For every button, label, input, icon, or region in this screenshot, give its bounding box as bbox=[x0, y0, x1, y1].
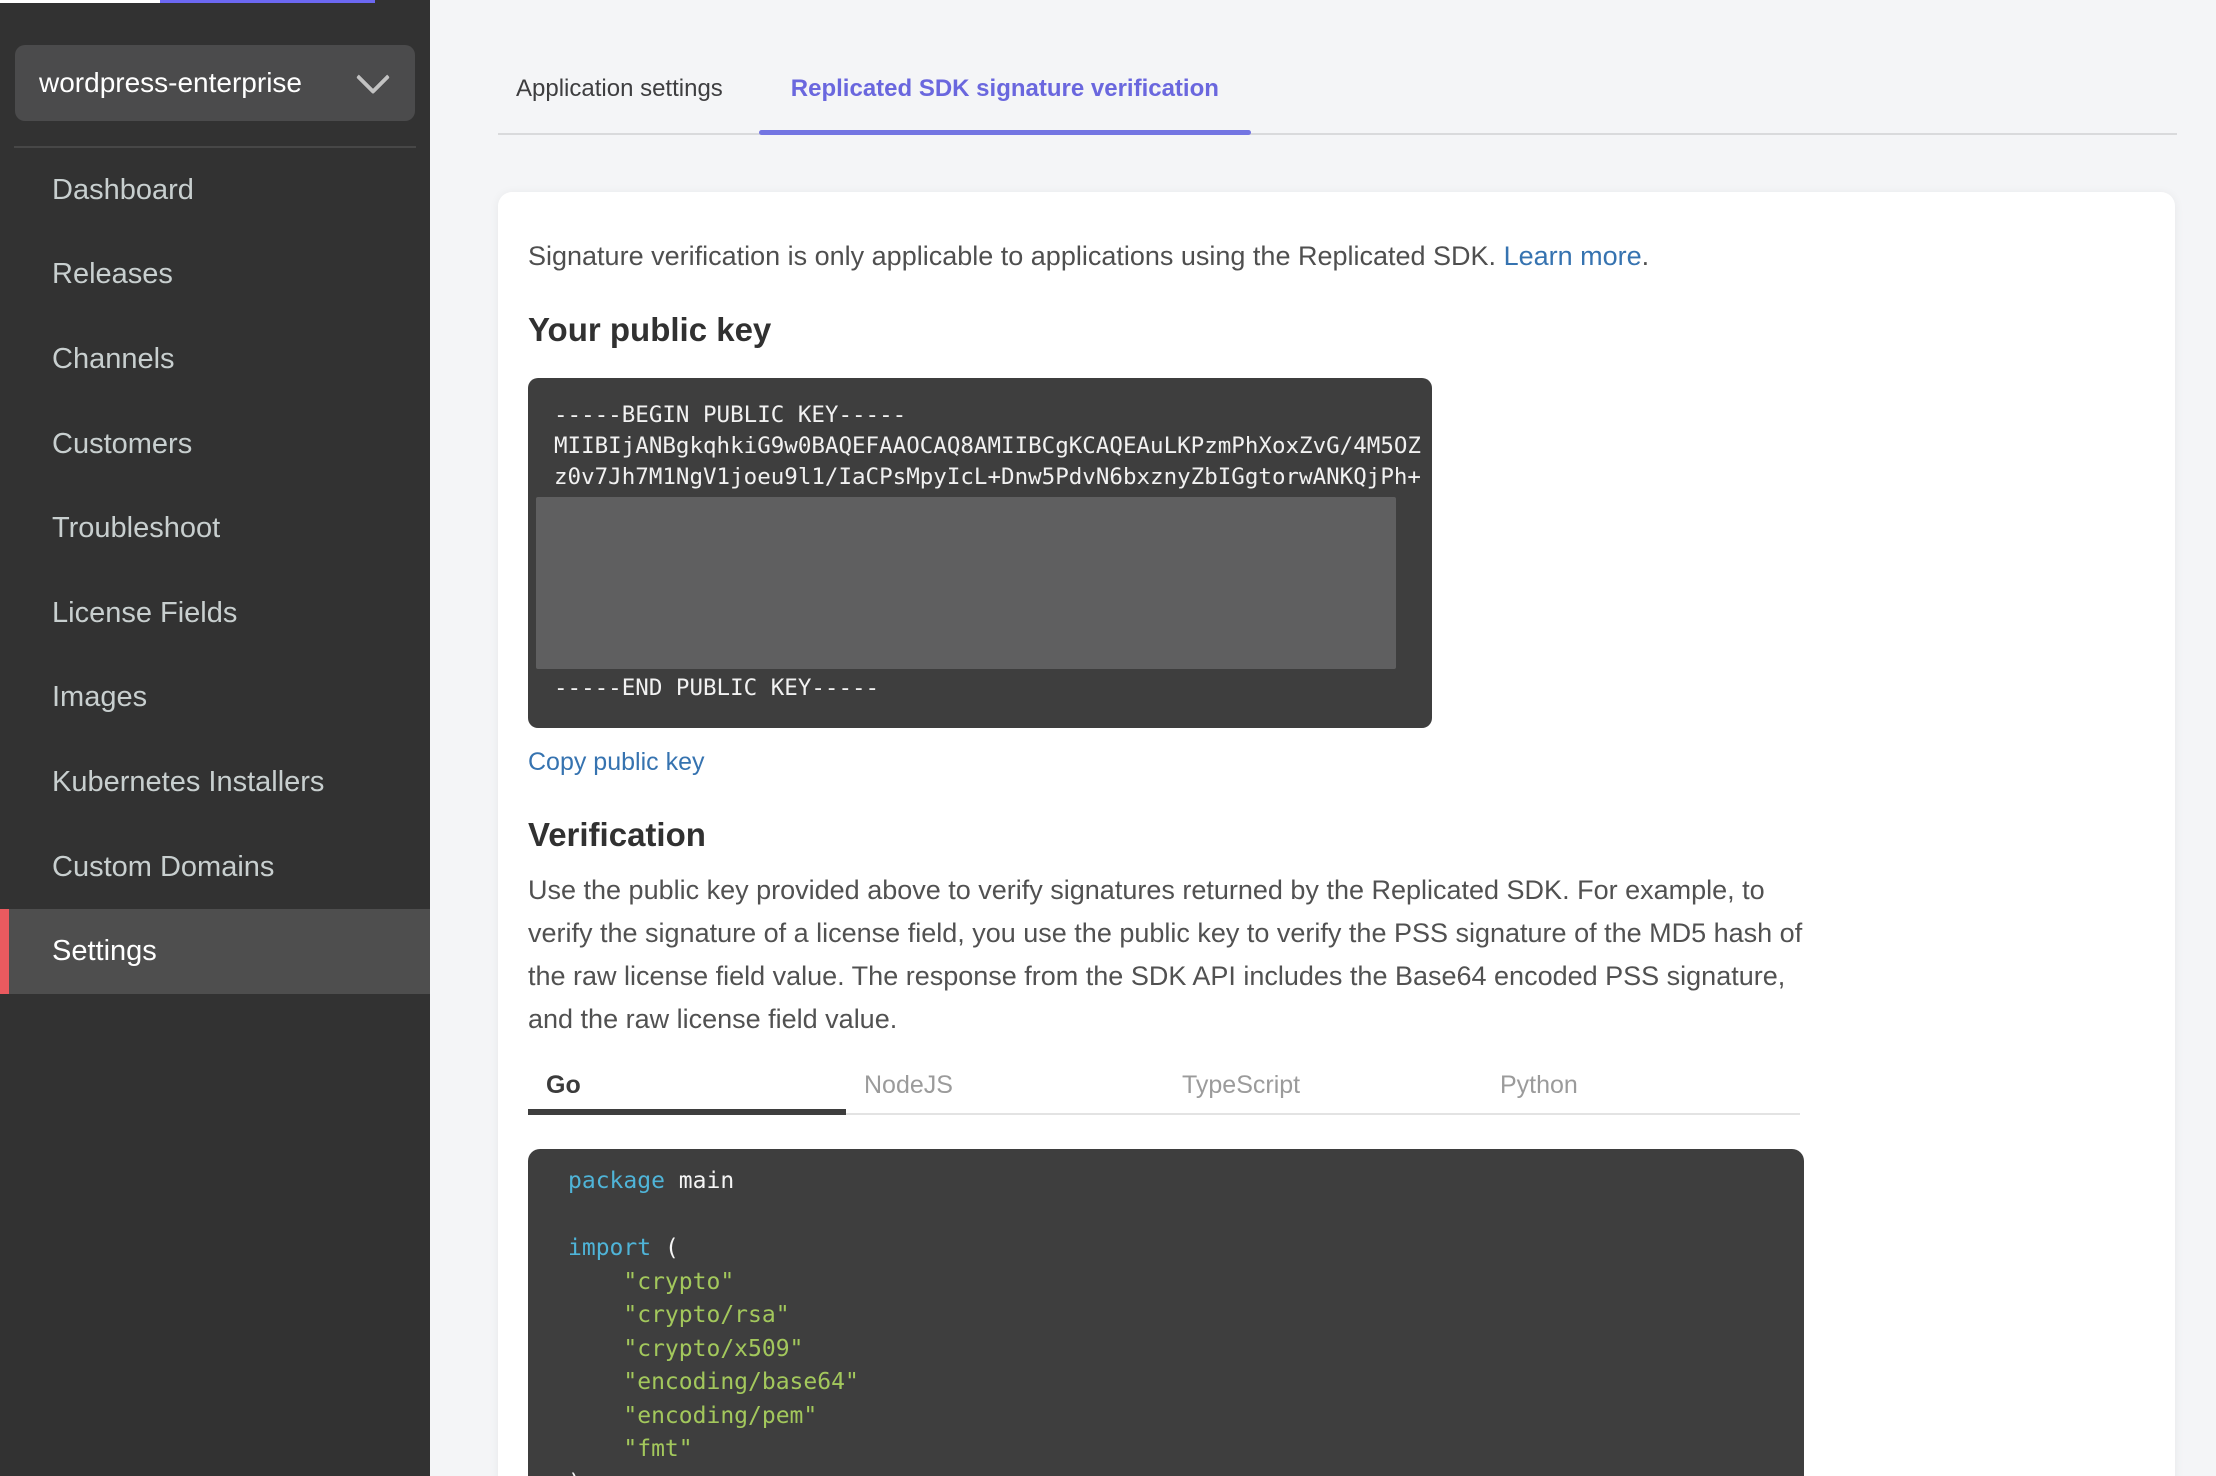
code-line: "fmt" bbox=[568, 1433, 1764, 1467]
language-tab-label: NodeJS bbox=[864, 1070, 953, 1099]
sdk-verification-card: Signature verification is only applicabl… bbox=[498, 192, 2175, 1476]
sidebar-item-label: Customers bbox=[52, 427, 193, 460]
intro-text: Signature verification is only applicabl… bbox=[528, 240, 2175, 272]
code-line: "crypto/x509" bbox=[568, 1333, 1764, 1367]
sidebar-item-label: License Fields bbox=[52, 596, 238, 629]
copy-public-key-link[interactable]: Copy public key bbox=[528, 748, 704, 777]
app-selector-value: wordpress-enterprise bbox=[39, 67, 302, 98]
public-key-code-block[interactable]: -----BEGIN PUBLIC KEY----- MIIBIjANBgkqhk… bbox=[528, 378, 1432, 728]
language-tab-label: Python bbox=[1500, 1070, 1578, 1099]
public-key-end-line: -----END PUBLIC KEY----- bbox=[554, 675, 880, 701]
sidebar-item-settings[interactable]: Settings bbox=[0, 909, 430, 994]
chevron-down-icon bbox=[356, 60, 390, 95]
public-key-heading: Your public key bbox=[528, 311, 772, 348]
top-strip-white-segment bbox=[0, 0, 160, 3]
code-token: main bbox=[664, 1168, 735, 1194]
sidebar-item-channels[interactable]: Channels bbox=[0, 317, 430, 402]
sidebar-item-label: Dashboard bbox=[52, 173, 194, 206]
key-selection-highlight bbox=[536, 497, 1396, 669]
verification-description: Use the public key provided above to ver… bbox=[528, 875, 1803, 1034]
code-line: "crypto" bbox=[568, 1266, 1764, 1300]
language-tab-label: TypeScript bbox=[1182, 1070, 1301, 1099]
public-key-lines: -----BEGIN PUBLIC KEY----- MIIBIjANBgkqhk… bbox=[554, 400, 1421, 493]
active-tab-underline bbox=[758, 130, 1251, 135]
active-item-accent bbox=[0, 909, 9, 994]
code-token: import bbox=[568, 1235, 652, 1261]
tab-label: Replicated SDK signature verification bbox=[790, 74, 1219, 102]
code-token: ) bbox=[568, 1470, 582, 1476]
code-token: ( bbox=[651, 1235, 679, 1261]
sidebar-item-label: Troubleshoot bbox=[52, 512, 221, 545]
top-strip-purple-segment bbox=[160, 0, 375, 3]
tab-replicated-sdk-signature-verification[interactable]: Replicated SDK signature verification bbox=[758, 0, 1251, 135]
sidebar-item-label: Kubernetes Installers bbox=[52, 765, 325, 798]
sidebar-nav: Dashboard Releases Channels Customers Troubl… bbox=[0, 148, 430, 994]
sidebar-item-custom-domains[interactable]: Custom Domains bbox=[0, 825, 430, 910]
code-token: "crypto/rsa" bbox=[568, 1302, 790, 1328]
public-key-line: -----BEGIN PUBLIC KEY----- bbox=[554, 402, 907, 428]
code-token: "crypto/x509" bbox=[568, 1335, 804, 1362]
code-line: "crypto/rsa" bbox=[568, 1299, 1764, 1333]
language-tab-bar: Go NodeJS TypeScript Python bbox=[528, 1057, 1800, 1115]
language-tab-go[interactable]: Go bbox=[528, 1057, 846, 1115]
tab-application-settings[interactable]: Application settings bbox=[498, 0, 743, 133]
language-tab-label: Go bbox=[546, 1070, 581, 1099]
code-token: "encoding/base64" bbox=[568, 1369, 859, 1395]
code-token: "fmt" bbox=[568, 1436, 693, 1462]
code-line: "encoding/pem" bbox=[568, 1400, 1764, 1434]
public-key-line: z0v7Jh7M1NgV1joeu9l1/IaCPsMpyIcL+Dnw5Pdv… bbox=[554, 464, 1421, 490]
sidebar-item-license-fields[interactable]: License Fields bbox=[0, 571, 430, 656]
sidebar-item-label: Channels bbox=[52, 342, 175, 375]
sidebar-item-label: Images bbox=[52, 681, 148, 714]
sidebar-item-troubleshoot[interactable]: Troubleshoot bbox=[0, 486, 430, 571]
language-tab-nodejs[interactable]: NodeJS bbox=[846, 1057, 1164, 1113]
intro-sentence: Signature verification is only applicabl… bbox=[528, 241, 1504, 271]
code-token: "encoding/pem" bbox=[568, 1402, 818, 1429]
sidebar-item-customers[interactable]: Customers bbox=[0, 402, 430, 487]
verification-heading: Verification bbox=[528, 816, 706, 853]
tab-label: Application settings bbox=[516, 74, 723, 102]
active-language-underline bbox=[528, 1109, 846, 1115]
app-screen: wordpress-enterprise Dashboard Releases Ch… bbox=[0, 0, 2216, 1476]
sidebar: wordpress-enterprise Dashboard Releases Ch… bbox=[0, 0, 430, 1476]
code-line: ) bbox=[568, 1467, 1764, 1476]
code-token: "crypto" bbox=[568, 1268, 735, 1295]
go-code-block[interactable]: package main import ( "crypto" "crypto/rs… bbox=[528, 1149, 1804, 1476]
go-code-lines: package main import ( "crypto" "crypto/rs… bbox=[568, 1165, 1764, 1476]
sidebar-item-label: Settings bbox=[52, 935, 157, 968]
intro-suffix: . bbox=[1641, 241, 1650, 271]
language-tab-python[interactable]: Python bbox=[1482, 1057, 1800, 1113]
sidebar-item-dashboard[interactable]: Dashboard bbox=[0, 148, 430, 233]
learn-more-link[interactable]: Learn more bbox=[1504, 241, 1642, 271]
top-accent-strip bbox=[0, 0, 2216, 3]
sidebar-item-kubernetes-installers[interactable]: Kubernetes Installers bbox=[0, 740, 430, 825]
sidebar-item-images[interactable]: Images bbox=[0, 656, 430, 741]
app-selector-dropdown[interactable]: wordpress-enterprise bbox=[15, 45, 415, 121]
code-line: import ( bbox=[568, 1232, 1764, 1266]
public-key-line: MIIBIjANBgkqhkiG9w0BAQEFAAOCAQ8AMIIBCgKC… bbox=[554, 433, 1421, 459]
settings-tab-bar: Application settings Replicated SDK signa… bbox=[498, 0, 2177, 135]
sidebar-item-label: Releases bbox=[52, 258, 173, 291]
code-token: package bbox=[568, 1168, 665, 1194]
sidebar-item-releases[interactable]: Releases bbox=[0, 233, 430, 318]
code-line: "encoding/base64" bbox=[568, 1366, 1764, 1400]
main-area: Application settings Replicated SDK signa… bbox=[430, 0, 2216, 1476]
language-tab-typescript[interactable]: TypeScript bbox=[1164, 1057, 1482, 1113]
code-line: package main bbox=[568, 1165, 1764, 1199]
sidebar-item-label: Custom Domains bbox=[52, 850, 275, 883]
